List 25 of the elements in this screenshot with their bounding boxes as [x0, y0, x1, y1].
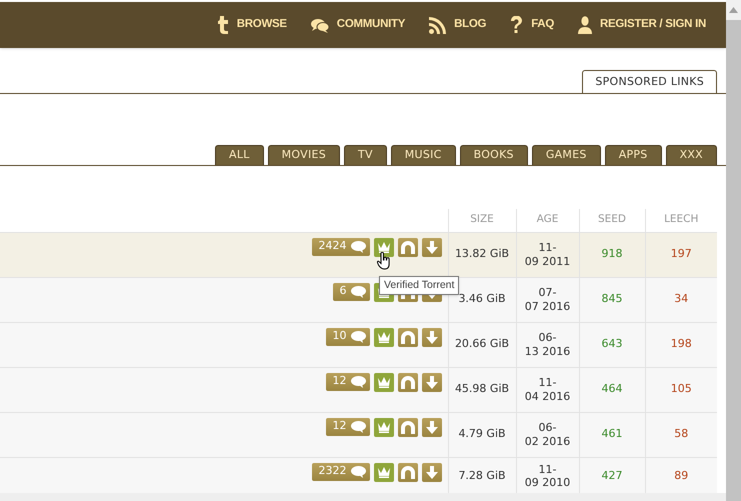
- age-cell: 11- 09 2011: [524, 241, 570, 268]
- leech-count: 197: [670, 247, 692, 260]
- seed-count: 464: [602, 382, 622, 396]
- size-cell: 7.28 GiB: [458, 469, 506, 482]
- seed-count: 918: [602, 247, 622, 260]
- size-cell: 45.98 GiB: [454, 382, 510, 396]
- leech-count: 58: [674, 427, 688, 440]
- tooltip: Verified Torrent: [379, 276, 460, 295]
- seed-count: 427: [602, 469, 622, 482]
- age-cell: 06- 02 2016: [524, 421, 570, 448]
- leech-count: 105: [670, 382, 692, 396]
- age-cell: 11- 04 2016: [524, 376, 570, 403]
- leech-count: 198: [670, 337, 692, 350]
- size-cell: 20.66 GiB: [454, 337, 510, 350]
- leech-count: 34: [674, 292, 688, 306]
- age-cell: 06- 13 2016: [524, 331, 570, 358]
- age-cell: 11- 09 2010: [524, 463, 570, 490]
- size-cell: 3.46 GiB: [458, 292, 506, 306]
- leech-count: 89: [674, 469, 688, 482]
- seed-count: 845: [602, 292, 622, 306]
- size-cell: 4.79 GiB: [458, 427, 506, 440]
- seed-count: 643: [602, 337, 622, 350]
- size-cell: 13.82 GiB: [454, 247, 510, 260]
- age-cell: 07- 07 2016: [524, 286, 570, 313]
- seed-count: 461: [602, 427, 622, 440]
